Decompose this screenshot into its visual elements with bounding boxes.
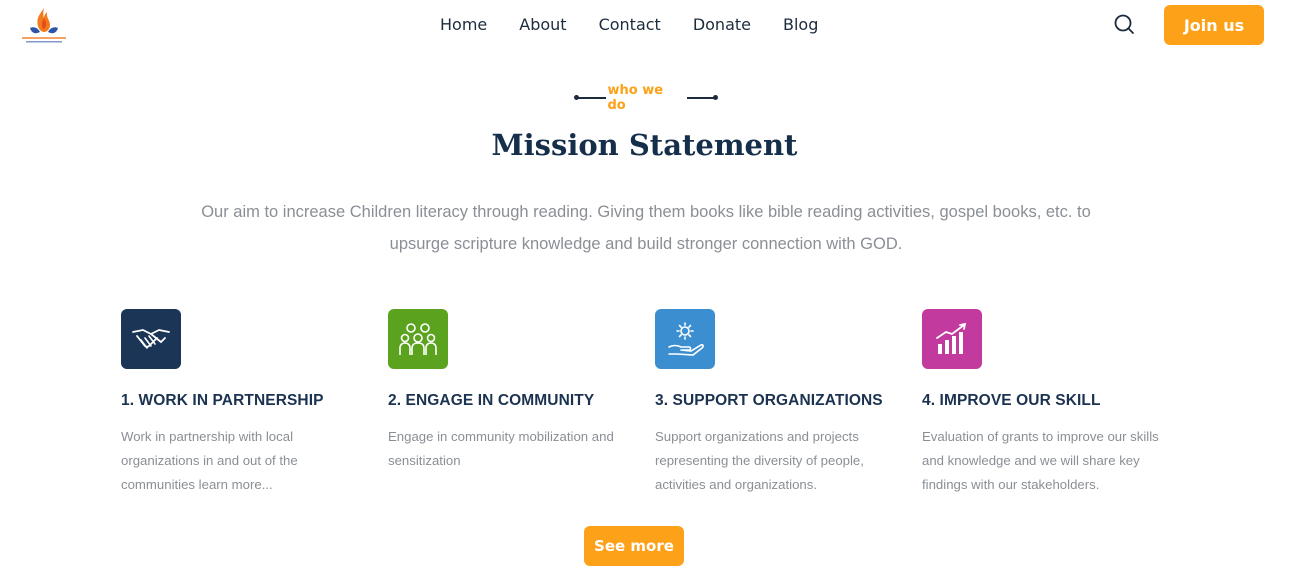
nav-donate-link[interactable]: Donate (677, 14, 767, 36)
eyebrow-left-divider (574, 95, 606, 100)
feature-skill: 4. IMPROVE OUR SKILL Evaluation of grant… (922, 309, 1172, 497)
section-title: Mission Statement (491, 128, 798, 162)
feature-title: 1. WORK IN PARTNERSHIP (121, 392, 324, 409)
feature-community: 2. ENGAGE IN COMMUNITY Engage in communi… (388, 309, 638, 473)
section-eyebrow: who we do (574, 83, 718, 113)
feature-text: Work in partnership with local organizat… (121, 429, 298, 492)
feature-support: 3. SUPPORT ORGANIZATIONS Support organiz… (655, 309, 905, 497)
feature-title: 4. IMPROVE OUR SKILL (922, 392, 1101, 409)
handshake-icon (121, 309, 181, 369)
community-group-icon (388, 309, 448, 369)
growth-chart-icon (922, 309, 982, 369)
feature-text: Engage in community mobilization and sen… (388, 429, 614, 468)
section-lead-text: Our aim to increase Children literacy th… (201, 203, 1091, 253)
nav-home-link[interactable]: Home (424, 14, 503, 36)
join-us-button[interactable]: Join us (1164, 5, 1264, 45)
see-more-button[interactable]: See more (584, 526, 684, 566)
site-logo[interactable] (16, 4, 72, 48)
eyebrow-right-divider (686, 95, 718, 100)
feature-partnership: 1. WORK IN PARTNERSHIP Work in partnersh… (121, 309, 371, 497)
flame-hands-logo-icon (22, 8, 66, 43)
feature-text: Support organizations and projects repre… (655, 429, 864, 492)
nav-blog-link[interactable]: Blog (767, 14, 834, 36)
eyebrow-label: who we do (607, 83, 664, 113)
feature-title: 3. SUPPORT ORGANIZATIONS (655, 392, 883, 409)
main-nav: Home About Contact Donate Blog (424, 14, 834, 36)
nav-contact-link[interactable]: Contact (583, 14, 677, 36)
search-icon[interactable] (1113, 13, 1135, 35)
nav-about-link[interactable]: About (503, 14, 582, 36)
feature-text: Evaluation of grants to improve our skil… (922, 429, 1159, 492)
hand-gear-icon (655, 309, 715, 369)
feature-title: 2. ENGAGE IN COMMUNITY (388, 392, 595, 409)
